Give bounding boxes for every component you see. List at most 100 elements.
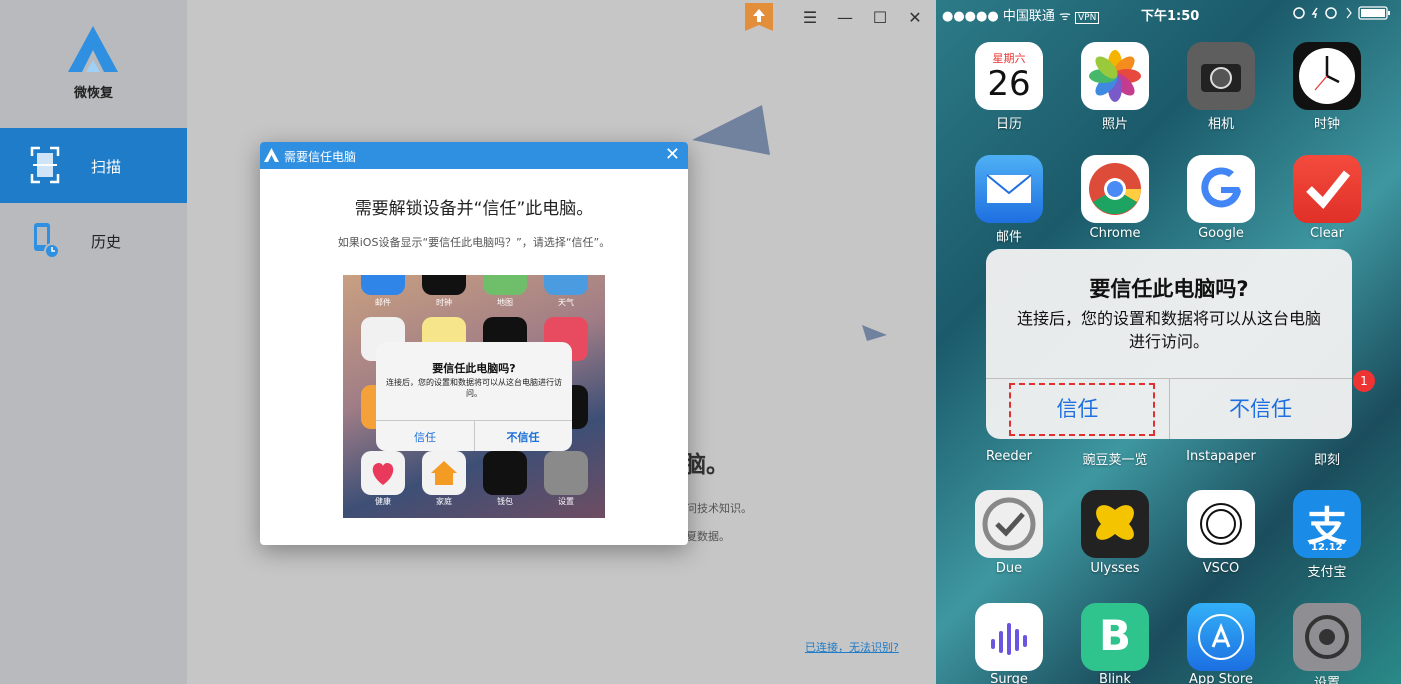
dialog-heading: 需要解锁设备并“信任”此电脑。: [354, 199, 594, 219]
app-name: 微恢复: [73, 86, 113, 101]
app-label: Google: [1198, 226, 1244, 241]
app-label: 时钟: [1313, 117, 1340, 132]
due-app-icon[interactable]: [975, 490, 1043, 558]
weather-icon: [544, 275, 588, 295]
preview-trust-alert: 要信任此电脑吗? 连接后，您的设置和数据将可以从这台电脑进行访问。 信任 不信任: [376, 342, 572, 451]
alert-body: 连接后，您的设置和数据将可以从这台电脑进行访问。: [1016, 309, 1321, 351]
app-label: 家庭: [436, 497, 452, 506]
app-label: Due: [995, 561, 1023, 576]
health-icon: [361, 451, 405, 495]
app-label: Ulysses: [1090, 561, 1140, 576]
carrier-label: ●●●●● 中国联通 ᯤ VPN: [942, 5, 1100, 24]
wallet-icon: [483, 451, 527, 495]
app-label: 即刻: [1313, 453, 1340, 468]
preview-distrust-label: 不信任: [506, 431, 540, 444]
chrome-app-icon[interactable]: [1081, 155, 1149, 223]
app-label: 设置: [1313, 676, 1340, 684]
sidebar-item-label: 历史: [91, 233, 122, 251]
alipay-app-icon[interactable]: 支 12.12: [1293, 490, 1361, 558]
google-app-icon[interactable]: [1187, 155, 1255, 223]
maximize-icon[interactable]: ☐: [870, 8, 890, 28]
battery-icon: [1293, 6, 1390, 20]
minimize-icon[interactable]: —: [835, 8, 855, 28]
background-heading-fragment: 脑。: [683, 452, 729, 478]
maps-icon: [483, 275, 527, 295]
dialog-subtitle: 如果iOS设备显示“要信任此电脑吗？”，请选择“信任”。: [337, 236, 611, 249]
app-label: 豌豆荚一览: [1082, 453, 1148, 468]
status-bar: ●●●●● 中国联通 ᯤ VPN 下午1:50: [936, 0, 1401, 28]
scan-icon: [30, 146, 60, 184]
status-time: 下午1:50: [1141, 9, 1200, 24]
alert-title: 要信任此电脑吗?: [1089, 277, 1249, 301]
carrier-text: ●●●●● 中国联通: [942, 9, 1055, 24]
app-label: 日历: [995, 117, 1022, 132]
recovery-app-window: 微恢复 扫描 历史 ☰ — ☐ ✕ 脑。 问技术知识。 夏数据。 已连接，无法识…: [0, 0, 936, 684]
camera-app-icon[interactable]: [1187, 42, 1255, 110]
app-label: 照片: [1101, 117, 1128, 132]
distrust-button[interactable]: 不信任: [1169, 393, 1352, 423]
settings-icon: [544, 451, 588, 495]
app-label: 时钟: [436, 298, 452, 307]
history-icon: [34, 223, 60, 259]
app-logo-icon: [68, 26, 118, 72]
upload-icon[interactable]: [745, 3, 773, 31]
menu-icon[interactable]: ☰: [800, 8, 820, 28]
close-icon[interactable]: ✕: [665, 144, 680, 166]
background-text-fragment: 问技术知识。: [686, 502, 752, 515]
iphone-screen: ●●●●● 中国联通 ᯤ VPN 下午1:50 星期六 26 日历 照片 相机 …: [936, 0, 1401, 684]
preview-alert-body: 连接后，您的设置和数据将可以从这台电脑进行访问。: [386, 378, 562, 398]
vpn-badge: VPN: [1075, 12, 1100, 24]
mail-icon: [361, 275, 405, 295]
app-label: Surge: [990, 672, 1028, 684]
app-label: App Store: [1189, 672, 1253, 684]
clock-app-icon[interactable]: [1293, 42, 1361, 110]
wifi-icon: ᯤ: [1059, 9, 1071, 24]
preview-trust-label: 信任: [414, 431, 436, 444]
calendar-app-icon[interactable]: 星期六 26: [975, 42, 1043, 110]
dialog-titlebar: 需要信任电脑 ✕: [260, 142, 688, 169]
app-label: Instapaper: [1186, 449, 1256, 464]
settings-app-icon[interactable]: [1293, 603, 1361, 671]
notification-badge: 1: [1353, 370, 1375, 392]
ulysses-app-icon[interactable]: [1081, 490, 1149, 558]
app-label: VSCO: [1202, 561, 1240, 576]
sidebar-item-history[interactable]: 历史: [0, 203, 187, 278]
app-label: Chrome: [1089, 226, 1141, 241]
app-label: 邮件: [995, 230, 1022, 245]
app-label: 健康: [375, 497, 391, 506]
illustration-image: [692, 105, 887, 341]
clear-app-icon[interactable]: [1293, 155, 1361, 223]
close-icon[interactable]: ✕: [905, 8, 925, 28]
app-label: 设置: [558, 497, 574, 506]
mail-app-icon[interactable]: [975, 155, 1043, 223]
ios-trust-preview-image: 邮件 时钟 地图 天气 健康 家庭 钱包 设置 要信任此电脑吗? 连接后，您的设…: [343, 275, 605, 518]
blink-app-icon[interactable]: B: [1081, 603, 1149, 671]
app-label: 地图: [497, 298, 513, 307]
app-label: 钱包: [497, 497, 513, 506]
app-label: 相机: [1207, 117, 1234, 132]
sidebar-item-label: 扫描: [91, 158, 122, 176]
connected-not-recognized-link[interactable]: 已连接，无法识别?: [805, 639, 899, 655]
trust-computer-dialog: 需要信任电脑 ✕ 需要解锁设备并“信任”此电脑。 如果iOS设备显示“要信任此电…: [260, 142, 688, 545]
app-label: Reeder: [985, 449, 1033, 464]
clock-icon: [422, 275, 466, 295]
vsco-app-icon[interactable]: [1187, 490, 1255, 558]
trust-button-highlight: [1009, 383, 1155, 436]
app-label: 支付宝: [1307, 565, 1347, 580]
app-label: Clear: [1310, 226, 1344, 241]
background-text-fragment: 夏数据。: [686, 530, 730, 543]
home-icon: [422, 451, 466, 495]
surge-app-icon[interactable]: [975, 603, 1043, 671]
sidebar: 微恢复 扫描 历史: [0, 0, 187, 684]
app-label: Blink: [1099, 672, 1131, 684]
app-store-icon[interactable]: [1187, 603, 1255, 671]
app-logo-icon: [264, 148, 279, 162]
alipay-badge-text: 12.12: [1311, 542, 1343, 553]
calendar-day: 26: [987, 64, 1031, 104]
dialog-title: 需要信任电脑: [284, 150, 357, 164]
app-label: 邮件: [375, 298, 391, 307]
sidebar-item-scan[interactable]: 扫描: [0, 128, 187, 203]
preview-alert-title: 要信任此电脑吗?: [432, 362, 516, 375]
app-label: 天气: [558, 298, 574, 307]
photos-app-icon[interactable]: [1081, 42, 1149, 110]
